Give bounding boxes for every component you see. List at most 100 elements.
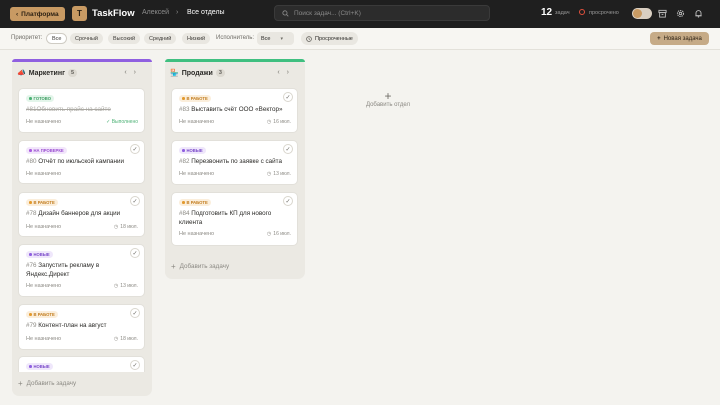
add-task-button[interactable]: + Добавить задачу (18, 379, 76, 388)
task-assignee: Не назначено (26, 336, 62, 342)
task-due-date: ◷ 16 июл. (266, 119, 291, 125)
task-card[interactable]: ✓ В РАБОТЕ #79 Контент-план на август Не… (18, 304, 145, 350)
task-title: #76 Запустить рекламу в Яндекс.Директ (26, 262, 100, 278)
task-card[interactable]: ✓ НОВЫЕ #82 Перезвонить по заявке с сайт… (171, 140, 298, 185)
platform-button[interactable]: ‹ Платформа (10, 7, 65, 21)
task-card[interactable]: ✓ НА ПРОВЕРКЕ #80 Отчёт по июльской камп… (18, 140, 145, 184)
priority-chip-high[interactable]: Высокий (108, 33, 141, 44)
plus-icon: + (384, 89, 392, 103)
complete-check-icon[interactable]: ✓ (130, 308, 140, 318)
breadcrumb-current: Все отделы (187, 9, 225, 16)
task-card[interactable]: ✓ НОВЫЕ (18, 356, 145, 372)
task-title: #80 Отчёт по июльской кампании (26, 158, 125, 165)
complete-check-icon[interactable]: ✓ (130, 196, 140, 206)
column-header: 📣 Маркетинг 5 (17, 69, 78, 77)
tasks-count: 12 (541, 7, 553, 18)
status-badge: ГОТОВО (26, 95, 54, 102)
add-department-button[interactable]: + Добавить отдел (318, 90, 458, 120)
column-next-icon[interactable]: › (134, 69, 143, 76)
new-task-label: Новая задача (663, 35, 702, 42)
clock-icon (306, 35, 312, 42)
column-actions: ‹› (124, 69, 143, 76)
app-title: TaskFlow (92, 8, 135, 19)
assignee-value: Все (261, 35, 271, 42)
task-card[interactable]: ✓ В РАБОТЕ #78 Дизайн баннеров для акции… (18, 192, 145, 237)
column-count: 5 (67, 69, 78, 77)
status-badge: НА ПРОВЕРКЕ (26, 147, 67, 154)
complete-check-icon[interactable]: ✓ (130, 360, 140, 370)
task-assignee: Не назначено (179, 171, 215, 177)
task-title: #81Обновить прайс на сайте (26, 106, 111, 113)
complete-check-icon[interactable]: ✓ (283, 144, 293, 154)
priority-label: Приоритет: (11, 35, 43, 41)
status-badge: В РАБОТЕ (26, 199, 58, 206)
task-assignee: Не назначено (26, 224, 62, 230)
task-due-date: ◷ 13 июл. (266, 171, 291, 177)
status-badge: НОВЫЕ (26, 251, 53, 258)
overdue-filter-chip[interactable]: Просроченные (301, 32, 358, 45)
search-icon (282, 9, 289, 17)
task-title: #83 Выставить счёт ООО «Вектор» (179, 106, 283, 113)
overdue-filter-label: Просроченные (315, 35, 353, 42)
plus-icon: + (657, 35, 661, 42)
task-done-label: ✓ Выполнено (106, 119, 138, 125)
complete-check-icon[interactable]: ✓ (283, 92, 293, 102)
complete-check-icon[interactable]: ✓ (130, 144, 140, 154)
archive-icon[interactable] (657, 8, 668, 19)
shop-icon: 🏪 (170, 70, 179, 77)
task-title: #78 Дизайн баннеров для акции (26, 210, 121, 217)
clock-icon: ◷ (266, 231, 272, 237)
new-task-button[interactable]: + Новая задача (650, 32, 709, 45)
bell-icon[interactable] (693, 8, 704, 19)
theme-toggle[interactable] (632, 8, 652, 19)
add-department-label: Добавить отдел (365, 102, 411, 108)
search-input[interactable] (294, 9, 474, 17)
complete-check-icon[interactable]: ✓ (130, 248, 140, 258)
plus-icon: + (171, 262, 176, 271)
priority-chip-low[interactable]: Низкий (182, 33, 211, 44)
task-card[interactable]: ГОТОВО #81Обновить прайс на сайте Не наз… (18, 88, 145, 133)
column-marketing: 📣 Маркетинг 5 ‹› ГОТОВО #81Обновить прай… (12, 59, 152, 396)
task-due-date: ◷ 18 июл. (113, 224, 138, 230)
task-card[interactable]: ✓ НОВЫЕ #76 Запустить рекламу в Яндекс.Д… (18, 244, 145, 297)
task-assignee: Не назначено (26, 283, 62, 289)
priority-chip-all[interactable]: Все (46, 33, 68, 44)
search-box[interactable] (274, 5, 490, 21)
add-task-label: Добавить задачу (179, 263, 230, 270)
task-card[interactable]: ✓ В РАБОТЕ #84 Подготовить КП для нового… (171, 192, 298, 246)
app-logo: T (72, 6, 87, 21)
filter-bar: Приоритет: Все Срочный Высокий Средний Н… (0, 28, 720, 50)
status-badge: НОВЫЕ (179, 147, 206, 154)
status-badge: В РАБОТЕ (179, 199, 211, 206)
task-assignee: Не назначено (26, 171, 62, 177)
assignee-label: Исполнитель: (216, 35, 255, 41)
platform-label: Платформа (21, 10, 59, 18)
assignee-select[interactable]: Все ▾ (257, 32, 294, 45)
chevron-down-icon: ▾ (280, 35, 283, 42)
add-task-label: Добавить задачу (26, 380, 77, 387)
task-assignee: Не назначено (179, 231, 215, 237)
task-due-date: ◷ 18 июл. (113, 336, 138, 342)
task-title: #84 Подготовить КП для нового клиента (179, 210, 272, 226)
task-title: #79 Контент-план на август (26, 322, 107, 329)
tasks-label: задач (555, 10, 570, 16)
add-task-button[interactable]: + Добавить задачу (171, 262, 229, 271)
column-title: Продажи (181, 69, 213, 77)
priority-chip-urgent[interactable]: Срочный (70, 33, 103, 44)
task-card[interactable]: ✓ В РАБОТЕ #83 Выставить счёт ООО «Векто… (171, 88, 298, 133)
column-prev-icon[interactable]: ‹ (277, 69, 286, 76)
logo-letter: T (77, 9, 82, 18)
task-assignee: Не назначено (179, 119, 215, 125)
task-title: #82 Перезвонить по заявке с сайта (179, 158, 282, 165)
overdue-label: просрочено (589, 10, 619, 16)
breadcrumb-user[interactable]: Алексей (142, 9, 169, 16)
column-next-icon[interactable]: › (287, 69, 296, 76)
top-bar: ‹ Платформа T TaskFlow Алексей › Все отд… (0, 0, 720, 28)
gear-icon[interactable] (675, 8, 686, 19)
priority-chip-medium[interactable]: Средний (144, 33, 177, 44)
column-prev-icon[interactable]: ‹ (124, 69, 133, 76)
back-arrow-icon: ‹ (16, 10, 19, 18)
complete-check-icon[interactable]: ✓ (283, 196, 293, 206)
column-title: Маркетинг (28, 69, 65, 77)
column-color-bar (165, 59, 305, 62)
